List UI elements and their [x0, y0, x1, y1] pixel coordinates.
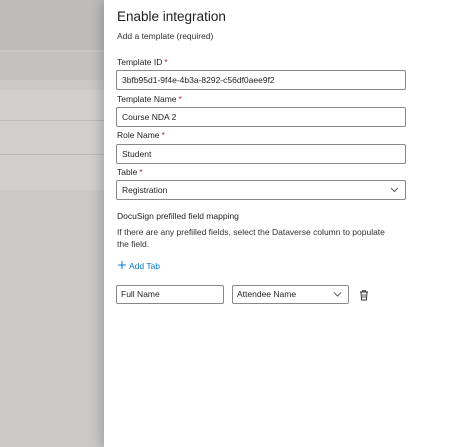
background-header	[0, 0, 104, 50]
template-name-input[interactable]: Course NDA 2	[116, 107, 406, 127]
background-row-divider	[0, 154, 104, 155]
mapping-section-description: If there are any prefilled fields, selec…	[117, 227, 385, 249]
mapping-section-title: DocuSign prefilled field mapping	[117, 211, 239, 221]
template-id-input[interactable]: 3bfb95d1-9f4e-4b3a-8292-c56df0aee9f2	[116, 70, 406, 90]
chevron-down-icon	[390, 181, 399, 199]
field-name-input[interactable]: Full Name	[116, 285, 224, 304]
table-label: Table *	[117, 167, 143, 177]
background-row-divider	[0, 120, 104, 121]
add-tab-button[interactable]: Add Tab	[117, 260, 160, 271]
template-id-label: Template ID *	[117, 57, 168, 67]
panel-title: Enable integration	[117, 9, 226, 24]
required-marker: *	[178, 94, 182, 104]
dataverse-column-select[interactable]: Attendee Name	[232, 285, 349, 304]
table-select[interactable]: Registration	[116, 180, 406, 200]
template-name-label: Template Name *	[117, 94, 182, 104]
panel-subtitle: Add a template (required)	[117, 31, 214, 41]
dataverse-column-value: Attendee Name	[237, 289, 297, 299]
trash-icon[interactable]	[358, 288, 370, 301]
required-marker: *	[139, 167, 143, 177]
required-marker: *	[161, 130, 165, 140]
background-list	[0, 90, 104, 190]
table-select-value: Registration	[122, 185, 168, 195]
plus-icon	[117, 260, 127, 271]
enable-integration-panel: Enable integration Add a template (requi…	[104, 0, 474, 447]
required-marker: *	[164, 57, 168, 67]
role-name-label: Role Name *	[117, 130, 165, 140]
role-name-input[interactable]: Student	[116, 144, 406, 164]
chevron-down-icon	[333, 286, 342, 309]
background-page	[0, 0, 104, 447]
add-tab-label: Add Tab	[129, 260, 161, 271]
background-band	[0, 52, 104, 80]
